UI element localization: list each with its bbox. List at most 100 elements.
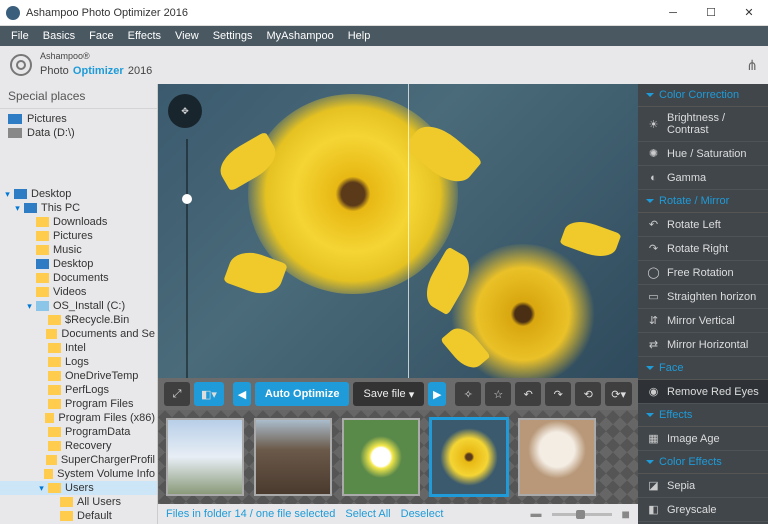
menubar: FileBasicsFaceEffectsViewSettingsMyAsham… [0,26,768,46]
tree-node[interactable]: Documents and Se [0,327,157,341]
menu-face[interactable]: Face [82,28,120,44]
auto-optimize-button[interactable]: Auto Optimize [255,382,350,406]
fullscreen-button[interactable]: ⤢ [164,382,190,406]
select-all-link[interactable]: Select All [345,508,390,520]
thumbnail[interactable] [518,418,596,496]
zoom-handle[interactable] [182,194,192,204]
section-header[interactable]: Effects [638,404,768,427]
undo-button[interactable]: ↶ [515,382,541,406]
special-places-list: PicturesData (D:\) [0,109,157,143]
tree-node[interactable]: Videos [0,285,157,299]
special-place-item[interactable]: Pictures [0,112,157,126]
tree-node[interactable]: ▾OS_Install (C:) [0,299,157,313]
titlebar: Ashampoo Photo Optimizer 2016 ─ ☐ ✕ [0,0,768,26]
menu-file[interactable]: File [4,28,36,44]
section-header[interactable]: Rotate / Mirror [638,190,768,213]
tree-node[interactable]: Intel [0,341,157,355]
tool-item[interactable]: ⇵Mirror Vertical [638,309,768,333]
thumbnail-selected[interactable] [430,418,508,496]
reset-button[interactable]: ⟲ [575,382,601,406]
section-header[interactable]: Color Effects [638,451,768,474]
close-button[interactable]: ✕ [730,0,768,26]
menu-effects[interactable]: Effects [121,28,168,44]
brand-name: Ashampoo® Photo Optimizer 2016 [40,52,152,78]
favorite-button[interactable]: ☆ [485,382,511,406]
tree-node[interactable]: ▾This PC [0,201,157,215]
zoom-slider[interactable] [552,513,612,516]
maximize-button[interactable]: ☐ [692,0,730,26]
menu-basics[interactable]: Basics [36,28,82,44]
brand-logo-icon [10,54,32,76]
tool-item[interactable]: ↷Rotate Right [638,237,768,261]
tree-node[interactable]: PerfLogs [0,383,157,397]
filmstrip[interactable] [158,410,638,504]
zoom-out-icon[interactable]: ▬ [531,508,542,520]
tree-node[interactable]: ▾Desktop [0,187,157,201]
menu-help[interactable]: Help [341,28,378,44]
tree-node[interactable]: ProgramData [0,425,157,439]
section-header[interactable]: Color Correction [638,84,768,107]
tree-node[interactable]: Pictures [0,229,157,243]
center-pane: ✥ ⤢ ◧▾ ◀ Auto Optimize Save file ▾ ▶ ✧ ☆… [158,84,638,524]
tree-node[interactable]: Recovery [0,439,157,453]
thumbnail[interactable] [254,418,332,496]
tool-item[interactable]: ✺Hue / Saturation [638,142,768,166]
thumbnail[interactable] [166,418,244,496]
menu-view[interactable]: View [168,28,206,44]
tool-item[interactable]: ↶Rotate Left [638,213,768,237]
tree-node[interactable]: Program Files (x86) [0,411,157,425]
next-button[interactable]: ▶ [428,382,446,406]
compare-toggle-button[interactable]: ◧▾ [194,382,224,406]
tree-node[interactable]: Default [0,509,157,523]
prev-button[interactable]: ◀ [233,382,251,406]
tool-item[interactable]: ▦Image Age [638,427,768,451]
history-button[interactable]: ⟳▾ [605,382,632,406]
tool-item[interactable]: ◧Greyscale [638,498,768,522]
tool-item[interactable]: ☀Brightness / Contrast [638,107,768,142]
select-tool-button[interactable]: ✧ [455,382,481,406]
tool-item[interactable]: ◪Sepia [638,474,768,498]
menu-settings[interactable]: Settings [206,28,260,44]
minimize-button[interactable]: ─ [654,0,692,26]
tool-item[interactable]: ◯Free Rotation [638,261,768,285]
tree-node[interactable]: All Users [0,495,157,509]
tool-item[interactable]: ⇄Mirror Horizontal [638,333,768,357]
left-pane: Special places PicturesData (D:\) ▾Deskt… [0,84,158,524]
tree-node[interactable]: System Volume Info [0,467,157,481]
tool-item[interactable]: ◐Gamma [638,166,768,190]
tree-node[interactable]: Documents [0,271,157,285]
tool-icon: ◐ [646,171,661,184]
tool-icon: ⇵ [646,314,661,327]
viewer-toolbar: ⤢ ◧▾ ◀ Auto Optimize Save file ▾ ▶ ✧ ☆ ↶… [158,378,638,410]
pan-nav-icon[interactable]: ✥ [168,94,202,128]
special-place-item[interactable]: Data (D:\) [0,126,157,140]
thumbnail[interactable] [342,418,420,496]
tree-node[interactable]: Logs [0,355,157,369]
folder-tree[interactable]: ▾Desktop▾This PCDownloadsPicturesMusicDe… [0,183,157,524]
tool-icon: ☀ [646,118,661,131]
tool-item[interactable]: ▭Straighten horizon [638,285,768,309]
tree-node[interactable]: Desktop [0,257,157,271]
tree-node[interactable]: OneDriveTemp [0,369,157,383]
tool-icon: ◯ [646,266,661,279]
tree-node[interactable]: SuperChargerProfil [0,453,157,467]
tool-item[interactable]: ◉Remove Red Eyes [638,380,768,404]
tree-node[interactable]: $Recycle.Bin [0,313,157,327]
tree-node[interactable]: ▾Users [0,481,157,495]
tree-node[interactable]: Music [0,243,157,257]
share-icon[interactable]: ⋔ [746,57,758,74]
compare-splitter[interactable] [408,84,409,378]
menu-myashampoo[interactable]: MyAshampoo [259,28,340,44]
section-header[interactable]: Face [638,357,768,380]
tree-node[interactable]: Program Files [0,397,157,411]
zoom-in-icon[interactable]: ■ [622,506,630,522]
deselect-link[interactable]: Deselect [401,508,444,520]
redo-button[interactable]: ↷ [545,382,571,406]
tree-node[interactable]: Downloads [0,215,157,229]
image-viewer[interactable]: ✥ [158,84,638,378]
save-file-button[interactable]: Save file ▾ [353,382,424,406]
tool-icon: ◉ [646,385,661,398]
zoom-track[interactable] [186,139,188,378]
window-title: Ashampoo Photo Optimizer 2016 [26,7,654,19]
brand-bar: Ashampoo® Photo Optimizer 2016 ⋔ [0,46,768,84]
